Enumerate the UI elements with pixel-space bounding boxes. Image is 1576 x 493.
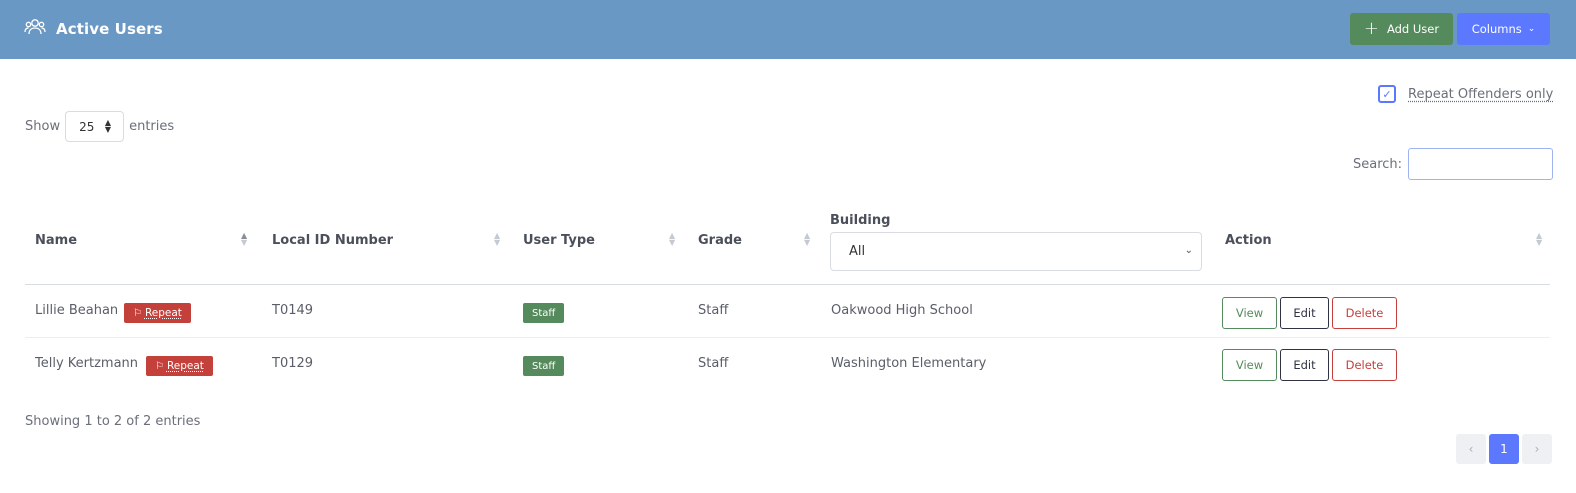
next-page-button[interactable]: › [1522,434,1552,464]
page-1-button[interactable]: 1 [1489,434,1519,464]
cell-building: Washington Elementary [831,356,987,371]
column-header-action[interactable]: Action [1225,233,1272,248]
repeat-offenders-toggle[interactable]: ✓ Repeat Offenders only [1378,85,1553,103]
delete-button[interactable]: Delete [1332,297,1397,329]
sort-icon-name[interactable]: ▲ ▼ [241,232,247,247]
chevron-down-icon: ⌄ [1184,245,1193,256]
search-input[interactable] [1408,148,1554,180]
cell-grade: Staff [698,303,729,318]
prev-page-button[interactable]: ‹ [1456,434,1486,464]
row-divider [25,337,1550,338]
sort-icon-user-type[interactable]: ▲ ▼ [669,232,675,247]
flag-icon: ⚐ [133,307,142,319]
chevron-down-icon: ⌄ [1527,24,1536,34]
search-wrap: Search: [1353,148,1554,180]
columns-button[interactable]: Columns ⌄ [1457,13,1550,45]
building-filter-select[interactable]: All ⌄ [830,232,1202,271]
column-header-building: Building [830,213,891,228]
page-size-value: 25 [79,119,95,134]
building-filter-value: All [849,244,866,259]
repeat-offenders-checkbox[interactable]: ✓ [1378,85,1396,103]
repeat-badge-label: Repeat [144,307,182,319]
columns-label: Columns [1471,22,1522,36]
edit-button[interactable]: Edit [1280,349,1329,381]
showing-entries-info: Showing 1 to 2 of 2 entries [25,414,201,429]
page-header: Active Users + Add User Columns ⌄ [0,0,1576,59]
header-title-wrap: Active Users [24,17,163,41]
sort-icon-action[interactable]: ▲ ▼ [1536,232,1542,247]
search-label: Search: [1353,156,1403,172]
sort-icon-grade[interactable]: ▲ ▼ [804,232,810,247]
repeat-badge[interactable]: ⚐ Repeat [146,356,213,376]
select-arrows-icon: ▲ ▼ [104,118,112,134]
flag-icon: ⚐ [155,360,164,372]
repeat-offenders-label[interactable]: Repeat Offenders only [1408,87,1553,102]
plus-icon: + [1363,18,1379,39]
delete-button[interactable]: Delete [1332,349,1397,381]
column-header-name[interactable]: Name [35,233,77,248]
entries-label: entries [129,119,175,134]
check-icon: ✓ [1382,87,1392,101]
cell-building: Oakwood High School [831,303,973,318]
header-divider [25,284,1550,285]
sort-icon-local-id[interactable]: ▲ ▼ [494,232,500,247]
column-header-local-id[interactable]: Local ID Number [272,233,393,248]
add-user-label: Add User [1386,22,1440,36]
cell-name: Lillie Beahan [35,303,119,318]
column-header-grade[interactable]: Grade [698,233,742,248]
cell-local-id: T0149 [272,303,314,318]
cell-grade: Staff [698,356,729,371]
cell-local-id: T0129 [272,356,314,371]
user-type-badge: Staff [523,303,565,323]
page-size-select[interactable]: 25 ▲ ▼ [65,111,125,142]
show-label: Show [25,119,61,134]
add-user-button[interactable]: + Add User [1350,13,1453,45]
page-title: Active Users [56,20,163,38]
view-button[interactable]: View [1222,349,1277,381]
column-header-user-type[interactable]: User Type [523,233,595,248]
repeat-badge[interactable]: ⚐ Repeat [124,303,191,323]
user-type-badge: Staff [523,356,565,376]
users-icon [24,17,46,41]
cell-name: Telly Kertzmann [35,356,139,371]
edit-button[interactable]: Edit [1280,297,1329,329]
repeat-badge-label: Repeat [166,360,204,372]
show-entries: Show 25 ▲ ▼ entries [25,111,174,142]
view-button[interactable]: View [1222,297,1277,329]
